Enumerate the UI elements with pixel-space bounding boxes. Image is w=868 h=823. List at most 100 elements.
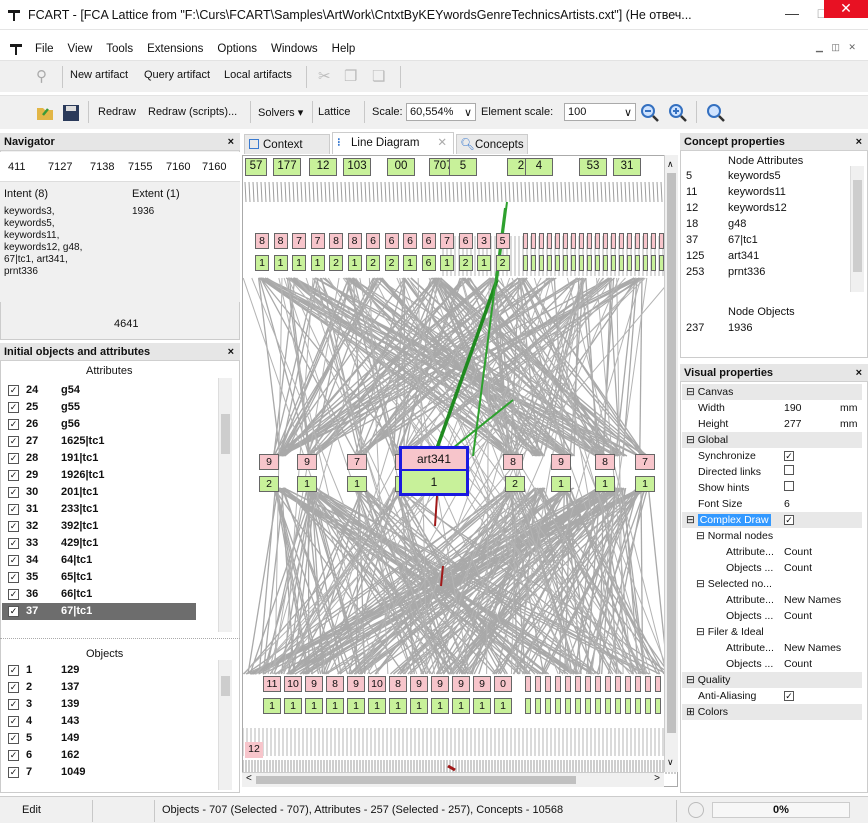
- concept-object-node[interactable]: [595, 698, 601, 714]
- concept-attribute-node[interactable]: [547, 233, 552, 249]
- nav-number[interactable]: 7127: [48, 161, 72, 173]
- concept-attribute-node[interactable]: [595, 676, 601, 692]
- prop-filer-objects[interactable]: Objects ... Count: [682, 656, 862, 672]
- node-object-value[interactable]: 1936: [728, 322, 752, 334]
- anti-aliasing-checkbox[interactable]: ✓: [784, 691, 794, 701]
- query-artifact-button[interactable]: Query artifact: [144, 69, 210, 81]
- concept-attribute-node[interactable]: 8: [273, 233, 288, 249]
- node-attribute-number[interactable]: 125: [686, 250, 704, 262]
- concept-object-node[interactable]: [575, 698, 581, 714]
- nav-number[interactable]: 7160: [202, 161, 226, 173]
- prop-anti-aliasing[interactable]: Anti-Aliasing ✓: [682, 688, 862, 704]
- selected-concept-node[interactable]: art341 1: [399, 446, 469, 496]
- tab-line-diagram[interactable]: ⁝ Line Diagram ✕: [332, 132, 454, 154]
- concept-object-node[interactable]: [611, 255, 616, 271]
- paste-icon[interactable]: ❏: [372, 67, 385, 85]
- menu-view[interactable]: View: [61, 38, 100, 60]
- concept-attribute-node[interactable]: 8: [389, 676, 407, 692]
- concept-attribute-node[interactable]: 0: [494, 676, 512, 692]
- element-scale-select[interactable]: 100 ∨: [564, 103, 636, 121]
- attribute-row[interactable]: ✓ 24 g54: [2, 382, 196, 399]
- save-icon[interactable]: [62, 104, 80, 122]
- concept-object-node[interactable]: [555, 698, 561, 714]
- zoom-in-icon[interactable]: [668, 103, 688, 123]
- concept-attribute-node[interactable]: 9: [297, 454, 317, 470]
- row-checkbox[interactable]: ✓: [8, 504, 19, 515]
- concept-attribute-node[interactable]: [579, 233, 584, 249]
- row-checkbox[interactable]: ✓: [8, 767, 19, 778]
- concept-node-top[interactable]: 00: [387, 158, 415, 176]
- concept-object-node[interactable]: [635, 255, 640, 271]
- node-attribute-number[interactable]: 18: [686, 218, 698, 230]
- row-checkbox[interactable]: ✓: [8, 733, 19, 744]
- row-checkbox[interactable]: ✓: [8, 538, 19, 549]
- prop-normal-objects[interactable]: Objects ... Count: [682, 560, 862, 576]
- menu-tools[interactable]: Tools: [99, 38, 140, 60]
- concept-object-node[interactable]: [531, 255, 536, 271]
- objects-scrollbar[interactable]: [218, 660, 232, 790]
- attribute-row[interactable]: ✓ 30 201|tc1: [2, 484, 196, 501]
- concept-attribute-node[interactable]: 8: [329, 233, 343, 249]
- concept-attribute-node[interactable]: [539, 233, 544, 249]
- node-attribute-value[interactable]: art341: [728, 250, 759, 262]
- concept-object-node[interactable]: 1: [292, 255, 306, 271]
- app-menu-icon[interactable]: [8, 41, 24, 57]
- node-attributes-scrollbar[interactable]: [850, 166, 864, 292]
- concept-object-node[interactable]: [655, 698, 661, 714]
- concept-object-node[interactable]: [595, 255, 600, 271]
- concept-object-node[interactable]: [627, 255, 632, 271]
- mdi-window-controls[interactable]: ▁ ◫ ✕: [816, 42, 864, 57]
- concept-object-node[interactable]: 1: [431, 698, 449, 714]
- concept-object-node[interactable]: 1: [595, 476, 615, 492]
- attribute-row[interactable]: ✓ 36 66|tc1: [2, 586, 196, 603]
- concept-object-node[interactable]: [619, 255, 624, 271]
- row-checkbox[interactable]: ✓: [8, 750, 19, 761]
- concept-node-top[interactable]: 5: [449, 158, 477, 176]
- object-row[interactable]: ✓ 2 137: [2, 679, 196, 696]
- row-checkbox[interactable]: ✓: [8, 716, 19, 727]
- prop-normal-attribute[interactable]: Attribute... Count: [682, 544, 862, 560]
- concept-attribute-node[interactable]: 9: [259, 454, 279, 470]
- concept-attribute-node[interactable]: [627, 233, 632, 249]
- concept-object-node[interactable]: 1: [263, 698, 281, 714]
- group-canvas[interactable]: ⊟ Canvas: [682, 384, 862, 400]
- concept-object-node[interactable]: [565, 698, 571, 714]
- concept-attribute-node[interactable]: 8: [503, 454, 523, 470]
- object-row[interactable]: ✓ 1 129: [2, 662, 196, 679]
- concept-object-node[interactable]: 1: [403, 255, 417, 271]
- node-attribute-number[interactable]: 253: [686, 266, 704, 278]
- group-complex-draw[interactable]: ⊟ Complex Draw ✓: [682, 512, 862, 528]
- concept-attribute-node[interactable]: [587, 233, 592, 249]
- concept-object-node[interactable]: [525, 698, 531, 714]
- lattice-button[interactable]: Lattice: [318, 106, 350, 118]
- initial-close-button[interactable]: ×: [228, 343, 234, 361]
- row-checkbox[interactable]: ✓: [8, 385, 19, 396]
- node-attribute-value[interactable]: g48: [728, 218, 746, 230]
- concept-attribute-node[interactable]: 5: [495, 233, 510, 249]
- concept-attribute-node[interactable]: 9: [473, 676, 491, 692]
- concept-attribute-node[interactable]: 6: [458, 233, 473, 249]
- attribute-row[interactable]: ✓ 28 191|tc1: [2, 450, 196, 467]
- group-filer-ideal[interactable]: ⊟ Filer & Ideal: [682, 624, 862, 640]
- concept-attribute-node[interactable]: 6: [384, 233, 399, 249]
- concept-attribute-node[interactable]: 12: [245, 742, 263, 758]
- concept-node-top[interactable]: 4: [525, 158, 553, 176]
- navigator-close-button[interactable]: ×: [228, 133, 234, 151]
- group-global[interactable]: ⊟ Global: [682, 432, 862, 448]
- concept-object-node[interactable]: 1: [410, 698, 428, 714]
- diagram-h-scrollbar[interactable]: < >: [242, 772, 664, 787]
- tab-concepts[interactable]: 🔍︎ Concepts: [456, 134, 528, 154]
- nav-number[interactable]: 7160: [166, 161, 190, 173]
- node-attribute-number[interactable]: 5: [686, 170, 692, 182]
- local-artifacts-button[interactable]: Local artifacts: [224, 69, 292, 81]
- concept-attribute-node[interactable]: 10: [284, 676, 302, 692]
- concept-object-node[interactable]: 1: [273, 255, 288, 271]
- open-folder-icon[interactable]: [36, 104, 54, 122]
- concept-object-node[interactable]: 1: [551, 476, 571, 492]
- concept-object-node[interactable]: [643, 255, 648, 271]
- concept-attribute-node[interactable]: 7: [347, 454, 367, 470]
- diagram-v-scrollbar[interactable]: ∧ ∨: [664, 155, 678, 772]
- row-checkbox[interactable]: ✓: [8, 470, 19, 481]
- object-row[interactable]: ✓ 5 149: [2, 730, 196, 747]
- concept-object-node[interactable]: [545, 698, 551, 714]
